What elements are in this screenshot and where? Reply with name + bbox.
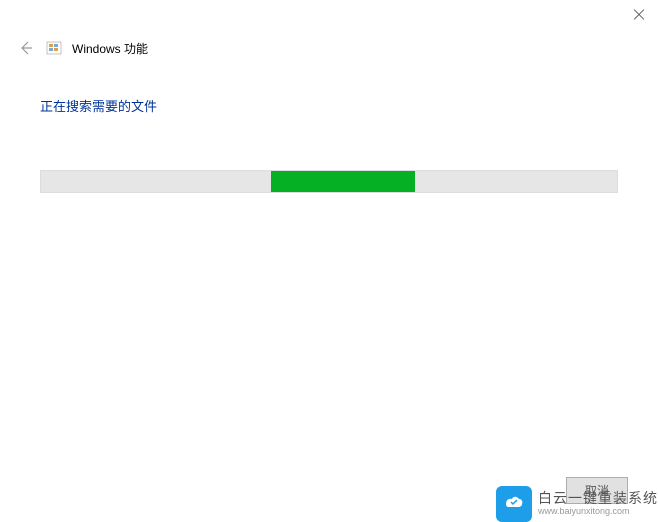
watermark-logo-icon [496,486,532,522]
cancel-button[interactable]: 取消 [566,477,628,504]
back-arrow-icon [18,40,34,56]
progress-bar [40,170,618,193]
progress-fill [271,171,415,192]
footer: 取消 [566,477,628,504]
status-text: 正在搜索需要的文件 [40,96,618,115]
titlebar [0,0,658,28]
windows-features-icon [46,40,62,56]
header: Windows 功能 [0,28,658,68]
window-title: Windows 功能 [72,40,148,57]
watermark-url: www.baiyunxitong.com [538,507,658,517]
back-button[interactable] [16,38,36,58]
content-area: 正在搜索需要的文件 [0,68,658,221]
close-button[interactable] [632,7,646,21]
